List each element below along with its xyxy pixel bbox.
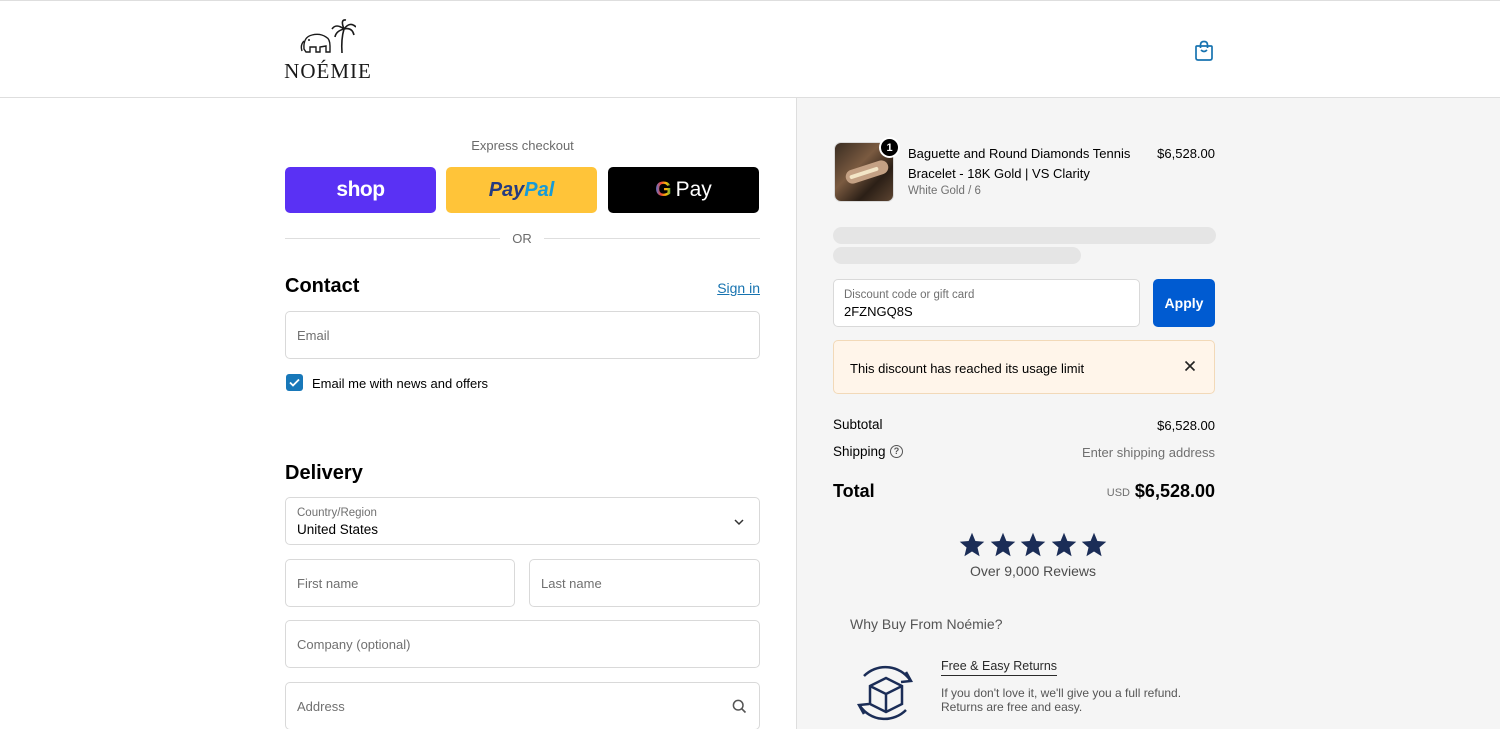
shop-pay-button[interactable]: shop [285, 167, 436, 213]
company-placeholder: Company (optional) [297, 637, 411, 652]
header: NOÉMIE [0, 0, 1500, 98]
total-value: $6,528.00 [1134, 481, 1215, 501]
loading-skeleton-line [833, 247, 1081, 264]
shipping-label: Shipping [833, 444, 886, 459]
email-placeholder: Email [297, 328, 330, 343]
question-circle-icon[interactable]: ? [890, 445, 903, 458]
shop-pay-label: shop [336, 178, 385, 201]
why-buy-title: Why Buy From Noémie? [850, 616, 1003, 632]
apply-discount-button[interactable]: Apply [1153, 279, 1215, 327]
star-icon [1051, 532, 1076, 557]
last-name-placeholder: Last name [541, 576, 602, 591]
star-icon [1081, 532, 1107, 557]
last-name-field[interactable]: Last name [529, 559, 760, 607]
subtotal-label: Subtotal [833, 417, 883, 432]
country-value: United States [297, 522, 379, 537]
close-icon[interactable] [1184, 360, 1196, 372]
paypal-button[interactable]: Pay Pal [446, 167, 597, 213]
currency-code: USD [1106, 487, 1130, 499]
reviews-count: Over 9,000 Reviews [969, 563, 1097, 579]
or-divider-text: OR [512, 231, 532, 246]
total-label: Total [833, 481, 875, 501]
product-variant: White Gold / 6 [908, 185, 981, 197]
paypal-label-part2: Pal [524, 178, 555, 201]
elephant-palm-logo-icon [300, 19, 356, 54]
discount-error-alert: This discount has reached its usage limi… [833, 340, 1215, 394]
delivery-title: Delivery [285, 462, 363, 484]
shipping-value: Enter shipping address [1082, 445, 1215, 460]
sign-in-link[interactable]: Sign in [700, 280, 760, 296]
express-checkout-label: Express checkout [471, 138, 574, 153]
checkmark-icon [289, 378, 300, 387]
contact-title: Contact [285, 275, 360, 297]
free-returns-link[interactable]: Free & Easy Returns [941, 659, 1058, 676]
quantity-badge: 1 [879, 137, 900, 158]
product-name: Baguette and Round Diamonds Tennis Brace… [908, 146, 1131, 181]
address-placeholder: Address [297, 699, 345, 714]
star-icon [990, 532, 1015, 557]
paypal-label-part1: Pay [488, 178, 525, 201]
product-price: $6,528.00 [1157, 146, 1215, 161]
search-icon [732, 699, 747, 714]
order-summary-panel [796, 98, 1500, 729]
star-icon [959, 532, 985, 557]
rating-stars [958, 531, 1108, 561]
or-divider-left [285, 238, 500, 239]
discount-value: 2FZNGQ8S [844, 304, 913, 319]
discount-label: Discount code or gift card [844, 289, 975, 301]
star-icon [1020, 532, 1046, 557]
google-g-icon: G [655, 178, 672, 201]
email-field[interactable]: Email [285, 311, 760, 359]
chevron-down-icon [734, 519, 744, 526]
subtotal-value: $6,528.00 [1157, 418, 1215, 433]
or-divider-right [544, 238, 760, 239]
country-label: Country/Region [297, 507, 377, 519]
loading-skeleton-line [833, 227, 1216, 244]
address-field[interactable]: Address [285, 682, 760, 729]
newsletter-label: Email me with news and offers [312, 376, 489, 391]
shopping-bag-icon[interactable] [1192, 39, 1216, 63]
country-select[interactable]: Country/Region United States [285, 497, 760, 545]
first-name-placeholder: First name [297, 576, 359, 591]
google-pay-label: Pay [675, 178, 712, 201]
first-name-field[interactable]: First name [285, 559, 515, 607]
free-returns-description: If you don't love it, we'll give you a f… [941, 686, 1182, 714]
logo[interactable]: NOÉMIE [282, 19, 374, 83]
discount-code-field[interactable]: Discount code or gift card 2FZNGQ8S [833, 279, 1140, 327]
returns-box-icon [856, 665, 914, 721]
logo-text: NOÉMIE [284, 59, 372, 83]
newsletter-checkbox[interactable] [286, 374, 303, 391]
google-pay-button[interactable]: G Pay [608, 167, 759, 213]
company-field[interactable]: Company (optional) [285, 620, 760, 668]
discount-error-message: This discount has reached its usage limi… [850, 361, 1085, 376]
